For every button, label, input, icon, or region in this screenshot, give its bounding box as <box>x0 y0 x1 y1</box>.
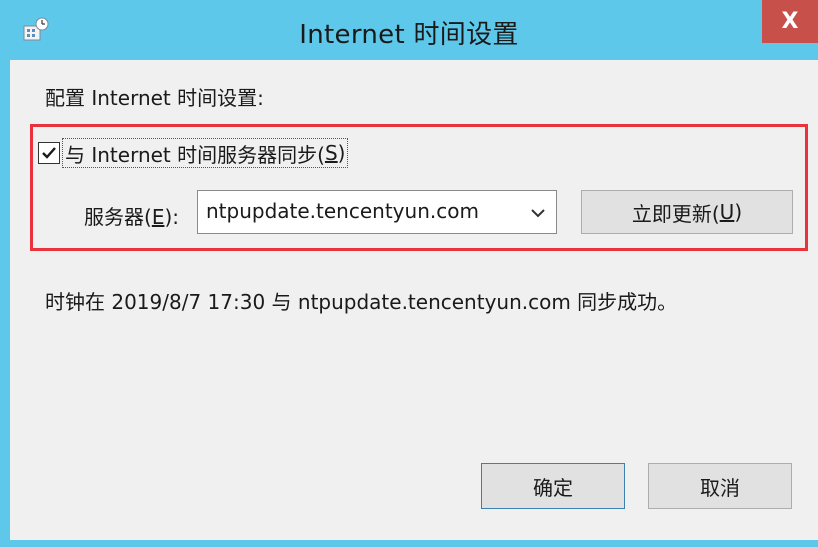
server-value: ntpupdate.tencentyun.com <box>206 199 479 223</box>
server-mnemonic: E <box>151 205 165 229</box>
cancel-button[interactable]: 取消 <box>648 463 792 509</box>
close-button[interactable]: X <box>762 0 818 43</box>
server-combobox[interactable]: ntpupdate.tencentyun.com <box>197 190 557 234</box>
update-now-button[interactable]: 立即更新(U) <box>581 190 793 234</box>
sync-checkbox[interactable] <box>38 142 60 164</box>
internet-time-settings-dialog: Internet 时间设置 X 配置 Internet 时间设置: 与 Inte… <box>0 0 818 547</box>
update-mnemonic: U <box>719 200 735 224</box>
sync-mnemonic: S <box>324 141 338 165</box>
config-heading: 配置 Internet 时间设置: <box>45 86 264 110</box>
window-title: Internet 时间设置 <box>299 20 519 50</box>
title-bar[interactable]: Internet 时间设置 X <box>0 0 818 60</box>
dialog-body: 配置 Internet 时间设置: 与 Internet 时间服务器同步(S) … <box>10 60 818 540</box>
chevron-down-icon[interactable] <box>530 207 546 219</box>
sync-label[interactable]: 与 Internet 时间服务器同步(S) <box>62 138 349 168</box>
close-icon: X <box>781 9 799 34</box>
server-label: 服务器(E): <box>84 205 179 229</box>
sync-status-text: 时钟在 2019/8/7 17:30 与 ntpupdate.tencentyu… <box>45 290 678 314</box>
checkmark-icon <box>42 147 56 159</box>
ok-button[interactable]: 确定 <box>481 463 625 509</box>
